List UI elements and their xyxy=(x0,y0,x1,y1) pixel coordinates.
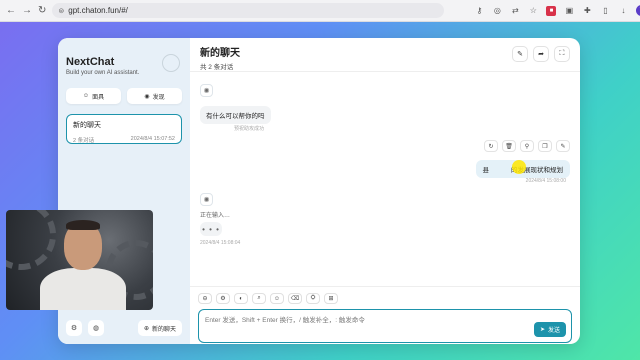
composer-toolbar: ⊖ ⚙ ◐ ⌕ ☺ ⌫ ⛭ ⊞ xyxy=(198,293,572,304)
send-label: 发送 xyxy=(547,328,560,334)
bot-avatar-icon: ✺ xyxy=(200,84,213,97)
mask-icon[interactable]: ☺ xyxy=(270,293,284,304)
chat-input-placeholder: Enter 发送，Shift + Enter 换行，/ 触发补全，: 触发命令 xyxy=(205,317,365,324)
browser-extensions: ⚷ ◎ ⇄ ☆ ■ ▣ ✚ ▯ ↓ Y ⋮ xyxy=(474,5,640,16)
typing-label: 正在输入… xyxy=(200,213,231,219)
forward-icon[interactable]: → xyxy=(22,5,32,17)
plugin-icon[interactable]: ⊞ xyxy=(324,293,338,304)
extension-square-icon[interactable]: ▣ xyxy=(564,6,574,16)
discover-icon: ◉ xyxy=(144,93,150,100)
settings-icon[interactable]: ⚙ xyxy=(216,293,230,304)
person-hair xyxy=(66,220,100,230)
chat-header: 新的聊天 共 2 条对话 ✎ ➦ ⛶ xyxy=(190,38,580,72)
typing-indicator: • • • xyxy=(200,222,222,236)
rename-icon[interactable]: ✎ xyxy=(512,46,528,62)
browser-toolbar: ← → ↻ ⊜ gpt.chaton.fun/#/ ⚷ ◎ ⇄ ☆ ■ ▣ ✚ … xyxy=(0,0,640,22)
sidebar-toggle-icon[interactable]: ▯ xyxy=(600,6,610,16)
retry-icon[interactable]: ↻ xyxy=(484,140,498,152)
key-icon[interactable]: ⚷ xyxy=(474,6,484,16)
message-actions: ↻ 🗑 ⚲ ❐ ✎ xyxy=(484,140,570,152)
translate-icon[interactable]: ⇄ xyxy=(510,6,520,16)
bot-avatar-icon: ✺ xyxy=(200,193,213,206)
user-message-time: 2024/8/4 15:08:00 xyxy=(525,178,566,184)
reload-icon[interactable]: ↻ xyxy=(38,5,46,17)
robot-icon[interactable]: ⛭ xyxy=(306,293,320,304)
stop-icon[interactable]: ⊖ xyxy=(198,293,212,304)
mask-button[interactable]: ☺ 面具 xyxy=(66,88,121,104)
url-text: gpt.chaton.fun/#/ xyxy=(68,6,128,15)
chat-item-title: 新的聊天 xyxy=(73,122,101,129)
back-icon[interactable]: ← xyxy=(6,5,16,17)
discover-label: 发现 xyxy=(152,94,165,101)
bot-message-time: 预祝助攻成功 xyxy=(234,126,265,132)
person-body xyxy=(40,268,126,310)
github-icon[interactable]: ◍ xyxy=(88,320,104,336)
mask-icon: ☺ xyxy=(82,93,90,99)
download-icon[interactable]: ↓ xyxy=(618,6,628,16)
settings-icon[interactable]: ⚙ xyxy=(66,320,82,336)
user-message-text-left: 县 xyxy=(482,167,490,174)
copy-icon[interactable]: ❐ xyxy=(538,140,552,152)
clear-icon[interactable]: ⌫ xyxy=(288,293,302,304)
pin-icon[interactable]: ⚲ xyxy=(520,140,534,152)
prompt-icon[interactable]: ⌕ xyxy=(252,293,266,304)
mask-label: 面具 xyxy=(92,94,105,101)
openai-logo-icon xyxy=(162,54,180,72)
discover-button[interactable]: ◉ 发现 xyxy=(127,88,182,104)
typing-time: 2024/8/4 15:08:04 xyxy=(200,240,241,246)
profile-avatar[interactable]: Y xyxy=(636,5,640,16)
send-button[interactable]: ➤ 发送 xyxy=(533,322,566,337)
chat-input[interactable]: Enter 发送，Shift + Enter 换行，/ 触发补全，: 触发命令 … xyxy=(198,309,572,343)
new-chat-label: 新的聊天 xyxy=(151,326,176,333)
cursor-highlight xyxy=(512,160,526,174)
new-chat-button[interactable]: ⊕ 新的聊天 xyxy=(137,320,182,336)
visibility-icon[interactable]: ◎ xyxy=(492,6,502,16)
delete-icon[interactable]: 🗑 xyxy=(502,140,516,152)
puzzle-icon[interactable]: ✚ xyxy=(582,6,592,16)
star-icon[interactable]: ☆ xyxy=(528,6,538,16)
message-list: ✺ 有什么可以帮你的吗 预祝助攻成功 ↻ 🗑 ⚲ ❐ ✎ 县的发展现状和规划 2… xyxy=(190,72,580,286)
chat-item-count: 2 条对话 xyxy=(73,138,95,144)
theme-icon[interactable]: ◐ xyxy=(234,293,248,304)
site-info-icon[interactable]: ⊜ xyxy=(58,7,64,15)
chat-list-item[interactable]: 新的聊天 2 条对话 2024/8/4 15:07:52 xyxy=(66,114,182,144)
brand-subtitle: Build your own AI assistant. xyxy=(66,70,140,76)
background-gear xyxy=(6,210,56,270)
share-icon[interactable]: ➦ xyxy=(533,46,549,62)
bot-message: 有什么可以帮你的吗 xyxy=(200,106,271,124)
message-count: 共 2 条对话 xyxy=(200,64,234,71)
extension-icon[interactable]: ■ xyxy=(546,5,557,16)
chat-main: 新的聊天 共 2 条对话 ✎ ➦ ⛶ ✺ 有什么可以帮你的吗 预祝助攻成功 ↻ … xyxy=(190,38,580,344)
composer: ⊖ ⚙ ◐ ⌕ ☺ ⌫ ⛭ ⊞ Enter 发送，Shift + Enter 换… xyxy=(190,286,580,344)
chat-item-time: 2024/8/4 15:07:52 xyxy=(130,136,175,142)
fullscreen-icon[interactable]: ⛶ xyxy=(554,46,570,62)
edit-icon[interactable]: ✎ xyxy=(556,140,570,152)
add-icon: ⊕ xyxy=(143,325,149,332)
webcam-overlay xyxy=(6,210,153,310)
address-bar[interactable]: ⊜ gpt.chaton.fun/#/ xyxy=(52,3,445,18)
send-icon: ➤ xyxy=(539,327,545,333)
